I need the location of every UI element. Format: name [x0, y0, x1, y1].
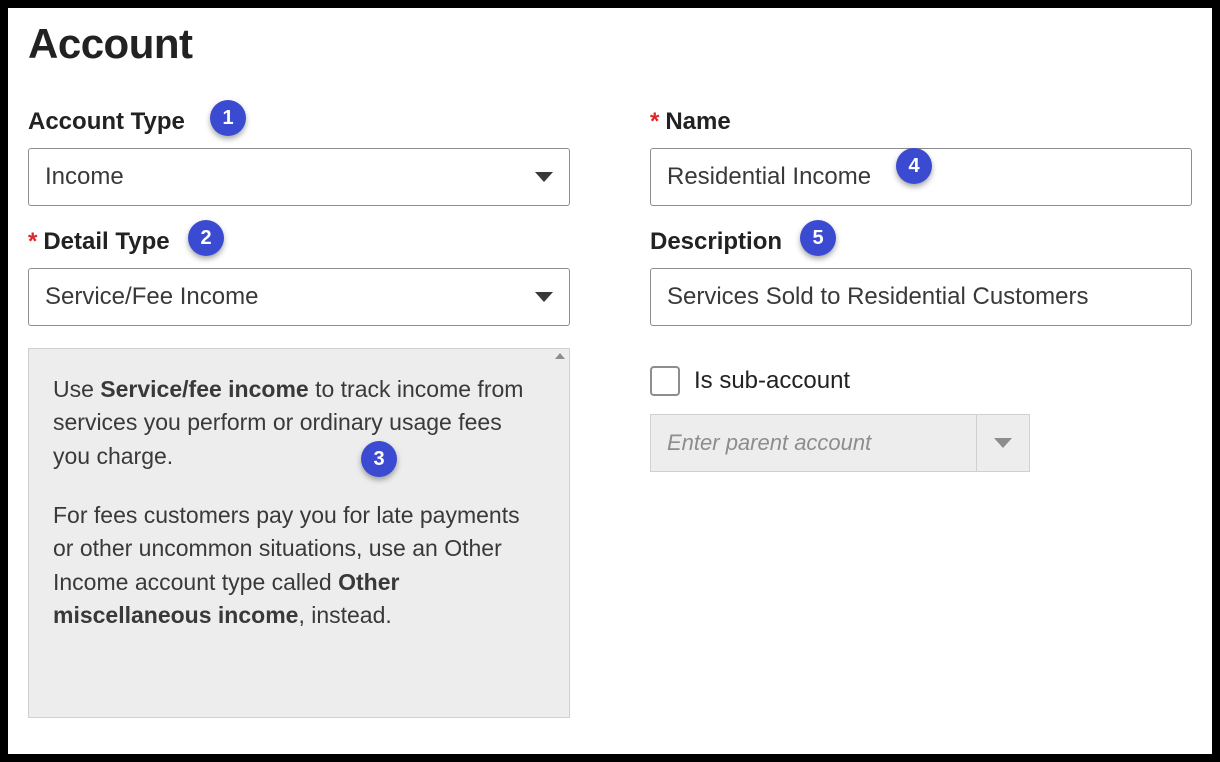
account-type-label-text: Account Type	[28, 108, 185, 136]
helper-paragraph-1: Use Service/fee income to track income f…	[53, 373, 545, 473]
left-column: 1 Account Type Income 2 * Detail Type Se…	[28, 108, 570, 718]
account-type-select[interactable]: Income	[28, 148, 570, 206]
annotation-badge-5: 5	[800, 220, 836, 256]
sub-account-row: Is sub-account	[650, 366, 1192, 396]
parent-account-select[interactable]: Enter parent account	[650, 414, 1030, 472]
annotation-badge-4: 4	[896, 148, 932, 184]
scroll-up-icon	[555, 353, 565, 359]
parent-account-dropdown-button[interactable]	[976, 414, 1030, 472]
name-label-text: Name	[665, 108, 730, 136]
form-columns: 1 Account Type Income 2 * Detail Type Se…	[28, 108, 1192, 718]
description-value: Services Sold to Residential Customers	[667, 283, 1089, 311]
required-star-icon: *	[650, 108, 659, 136]
annotation-badge-1: 1	[210, 100, 246, 136]
annotation-badge-3: 3	[361, 441, 397, 477]
detail-type-label-text: Detail Type	[43, 228, 169, 256]
helper-p1-strong: Service/fee income	[100, 376, 308, 402]
helper-p2-post: , instead.	[298, 602, 391, 628]
name-value: Residential Income	[667, 163, 871, 191]
name-label: * Name	[650, 108, 731, 136]
helper-p1-pre: Use	[53, 376, 100, 402]
detail-type-helper: 3 Use Service/fee income to track income…	[28, 348, 570, 718]
caret-down-icon	[535, 292, 553, 302]
detail-type-select[interactable]: Service/Fee Income	[28, 268, 570, 326]
name-group: 4 * Name Residential Income	[650, 108, 1192, 206]
description-input[interactable]: Services Sold to Residential Customers	[650, 268, 1192, 326]
caret-down-icon	[535, 172, 553, 182]
annotation-badge-2: 2	[188, 220, 224, 256]
parent-account-placeholder: Enter parent account	[650, 414, 976, 472]
sub-account-checkbox[interactable]	[650, 366, 680, 396]
detail-type-value: Service/Fee Income	[45, 283, 258, 311]
caret-down-icon	[994, 438, 1012, 448]
helper-p2-pre: For fees customers pay you for late paym…	[53, 502, 520, 595]
detail-type-label: * Detail Type	[28, 228, 170, 256]
sub-account-label: Is sub-account	[694, 367, 850, 395]
description-label-text: Description	[650, 228, 782, 256]
detail-type-group: 2 * Detail Type Service/Fee Income	[28, 228, 570, 326]
account-type-label: Account Type	[28, 108, 185, 136]
account-type-value: Income	[45, 163, 124, 191]
description-group: 5 Description Services Sold to Residenti…	[650, 228, 1192, 326]
account-type-group: 1 Account Type Income	[28, 108, 570, 206]
right-column: 4 * Name Residential Income 5 Descriptio…	[650, 108, 1192, 718]
required-star-icon: *	[28, 228, 37, 256]
description-label: Description	[650, 228, 782, 256]
page-title: Account	[28, 20, 1192, 68]
helper-paragraph-2: For fees customers pay you for late paym…	[53, 499, 545, 632]
